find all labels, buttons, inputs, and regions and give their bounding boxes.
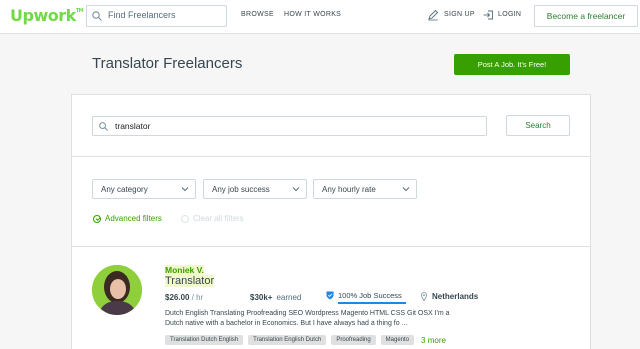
earned-label: earned <box>276 293 302 302</box>
chevron-down-icon <box>402 187 410 192</box>
job-success-select-value: Any job success <box>212 185 270 194</box>
freelancer-title: Translator <box>165 275 215 287</box>
logo-trademark: TM <box>75 8 84 14</box>
skill-tags: Translation Dutch English Translation En… <box>165 335 446 345</box>
search-results-card: translator Search Any category Any job s… <box>71 94 591 349</box>
search-button[interactable]: Search <box>506 115 570 136</box>
hourly-rate: $26.00 / hr <box>165 293 203 302</box>
skill-tag[interactable]: Proofreading <box>331 335 376 345</box>
search-input[interactable]: translator <box>92 116 487 136</box>
nav-how-it-works[interactable]: HOW IT WORKS <box>284 11 341 18</box>
login-icon <box>483 10 493 20</box>
location-pin-icon <box>421 292 427 301</box>
rate-value: $26.00 <box>165 293 190 302</box>
skill-tag[interactable]: Translation Dutch English <box>165 335 244 345</box>
chevron-down-icon <box>292 187 300 192</box>
category-select[interactable]: Any category <box>92 179 196 199</box>
search-placeholder: Find Freelancers <box>108 10 176 20</box>
avatar-photo <box>92 265 142 315</box>
page-title: Translator Freelancers <box>92 55 243 72</box>
earned-amount: $30k+ <box>250 293 273 302</box>
job-success-select[interactable]: Any job success <box>203 179 307 199</box>
clear-filters-link[interactable]: Clear all filters <box>181 214 244 223</box>
divider <box>72 246 590 247</box>
search-icon <box>92 11 102 21</box>
hourly-rate-select-value: Any hourly rate <box>322 185 376 194</box>
check-circle-icon <box>93 214 101 223</box>
job-success-bar <box>338 302 406 304</box>
chevron-down-icon <box>181 187 189 192</box>
upwork-logo[interactable]: UpworkTM <box>10 6 84 25</box>
skill-tag[interactable]: Magento <box>380 335 415 345</box>
job-success-label: 100% Job Success <box>338 291 402 300</box>
job-success-badge: 100% Job Success <box>326 291 402 300</box>
location-label: Netherlands <box>432 292 479 301</box>
nav-login[interactable]: LOGIN <box>498 11 521 18</box>
total-earned: $30k+ earned <box>250 293 301 302</box>
more-skills-link[interactable]: 3 more <box>421 336 446 345</box>
become-freelancer-button[interactable]: Become a freelancer <box>534 5 638 27</box>
nav-sign-up[interactable]: SIGN UP <box>444 11 475 18</box>
advanced-filters-link[interactable]: Advanced filters <box>93 214 162 223</box>
pen-icon <box>428 9 439 21</box>
freelancer-location: Netherlands <box>421 292 478 301</box>
nav-browse[interactable]: BROWSE <box>241 11 274 18</box>
shield-icon <box>326 291 334 300</box>
hourly-rate-select[interactable]: Any hourly rate <box>313 179 417 199</box>
search-icon <box>99 122 108 131</box>
freelancer-avatar[interactable] <box>92 265 142 315</box>
freelancer-name[interactable]: Moniek V. <box>165 265 204 275</box>
top-nav: UpworkTM Find Freelancers BROWSE HOW IT … <box>0 0 640 34</box>
logo-text: Upwork <box>10 6 76 25</box>
post-job-button[interactable]: Post A Job. It's Free! <box>454 54 570 75</box>
clear-filters-label: Clear all filters <box>193 214 244 223</box>
advanced-filters-label: Advanced filters <box>105 214 162 223</box>
search-input-value: translator <box>115 121 151 131</box>
category-select-value: Any category <box>101 185 148 194</box>
divider <box>72 156 590 157</box>
freelancer-description: Dutch English Translating Proofreading S… <box>165 310 450 327</box>
skill-tag[interactable]: Translation English Dutch <box>248 335 327 345</box>
clear-circle-icon <box>181 214 189 223</box>
freelancer-search-input[interactable]: Find Freelancers <box>86 5 227 27</box>
rate-unit: / hr <box>191 293 204 302</box>
